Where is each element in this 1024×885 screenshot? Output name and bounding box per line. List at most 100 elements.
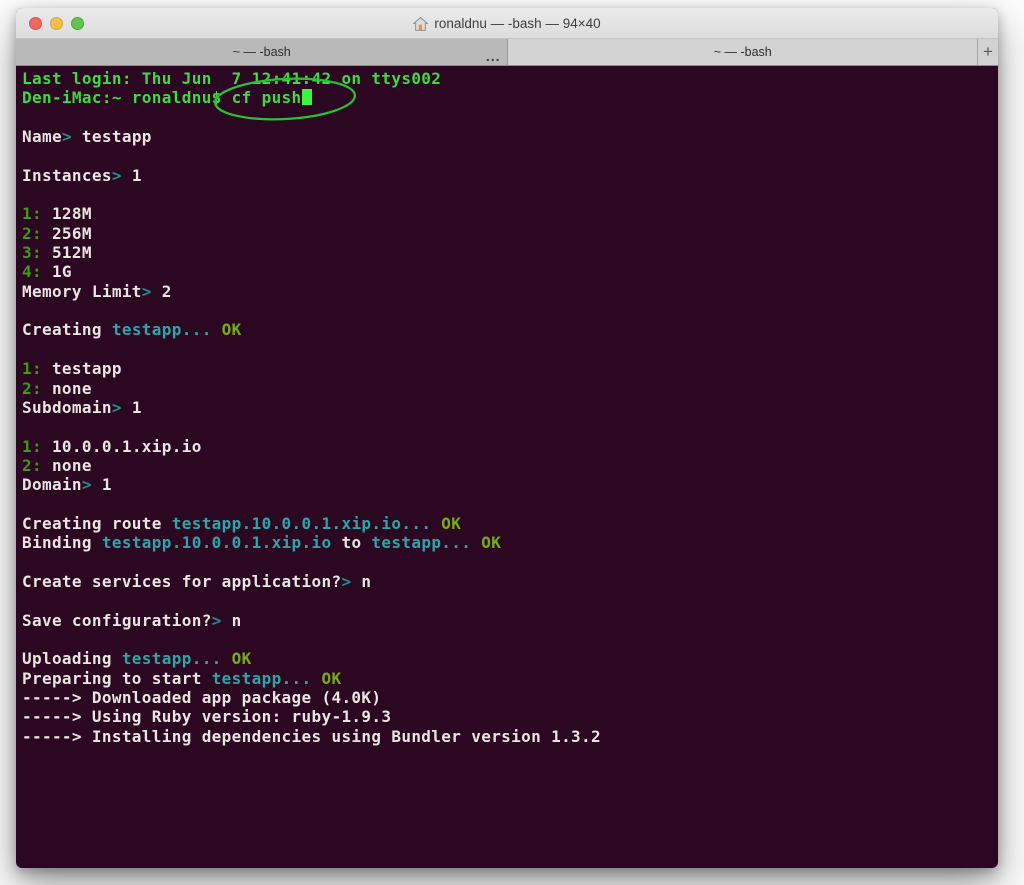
terminal-text-segment: Den-iMac:~ ronaldnu$ cf push [22,88,302,108]
terminal-text-segment: 1: [22,204,42,224]
terminal-line: -----> Using Ruby version: ruby-1.9.3 [22,707,998,726]
terminal-text-segment: Save configuration? [22,610,212,630]
window-titlebar[interactable]: ronaldnu — -bash — 94×40 [16,8,998,39]
terminal-text-segment: > [341,571,352,591]
terminal-text-segment: Last login: Thu Jun 7 12:41:42 on ttys00… [22,69,442,88]
terminal-text-segment: 3: [22,243,42,263]
terminal-text-segment: 1G [41,262,72,282]
terminal-text-segment: OK [321,668,342,688]
terminal-text-segment: OK [441,513,462,533]
ellipsis-icon[interactable]: ... [486,48,501,64]
terminal-line: 1: 10.0.0.1.xip.io [22,437,998,456]
terminal-text-segment: Preparing to start [22,668,212,688]
terminal-text-segment: none [41,378,92,398]
terminal-text-segment: Name [22,127,62,147]
terminal-window: ronaldnu — -bash — 94×40 ~ — -bash ... ~… [16,8,998,868]
terminal-text-segment: testapp... [211,668,312,688]
terminal-line: Uploading testapp... OK [22,649,998,668]
terminal-line: 2: none [22,379,998,398]
terminal-text-segment: n [351,571,372,591]
desktop-background: ronaldnu — -bash — 94×40 ~ — -bash ... ~… [0,0,1024,885]
terminal-text-segment: Create services for application? [22,571,342,591]
terminal-line: Den-iMac:~ ronaldnu$ cf push [22,88,998,107]
terminal-line: -----> Downloaded app package (4.0K) [22,688,998,707]
terminal-text-segment: 2 [151,281,172,301]
terminal-text-segment: > [141,281,152,301]
window-title-text: ronaldnu — -bash — 94×40 [434,16,601,31]
terminal-text-segment: testapp... [371,533,472,553]
terminal-text-segment: > [111,397,122,417]
terminal-line: Last login: Thu Jun 7 12:41:42 on ttys00… [22,69,998,88]
tab-label: ~ — -bash [232,45,291,59]
terminal-line: 1: 128M [22,204,998,223]
new-tab-button[interactable]: + [977,39,998,65]
terminal-line: Create services for application?> n [22,572,998,591]
terminal-text-segment: Domain [22,475,82,495]
terminal-text-segment: 256M [41,223,92,243]
terminal-text-segment: 1: [22,436,42,456]
terminal-text-segment: Creating [22,320,112,340]
terminal-line: Memory Limit> 2 [22,282,998,301]
terminal-line: 4: 1G [22,262,998,281]
terminal-line: 3: 512M [22,243,998,262]
terminal-text-segment: -----> Using Ruby version: ruby-1.9.3 [22,707,392,727]
terminal-line: Creating route testapp.10.0.0.1.xip.io..… [22,514,998,533]
plus-icon: + [983,42,993,61]
terminal-output[interactable]: Last login: Thu Jun 7 12:41:42 on ttys00… [16,66,998,867]
terminal-text-segment: > [111,165,122,185]
terminal-line: Binding testapp.10.0.0.1.xip.io to testa… [22,533,998,552]
terminal-text-segment: to [331,533,372,553]
cursor-block [301,89,312,106]
terminal-line: Creating testapp... OK [22,320,998,339]
terminal-line: 1: testapp [22,359,998,378]
terminal-text-segment: Binding [22,533,102,553]
terminal-text-segment: 10.0.0.1.xip.io [41,436,202,456]
terminal-line: Subdomain> 1 [22,398,998,417]
terminal-text-segment: n [221,610,242,630]
terminal-line: Domain> 1 [22,475,998,494]
terminal-text-segment: Creating route [22,513,172,533]
terminal-line: Save configuration?> n [22,611,998,630]
terminal-text-segment: > [211,610,222,630]
terminal-text-segment: testapp [71,127,152,147]
terminal-text-segment: testapp.10.0.0.1.xip.io [101,533,332,553]
terminal-line: -----> Installing dependencies using Bun… [22,727,998,746]
terminal-text-segment: testapp [41,359,122,379]
terminal-text-segment: testapp.10.0.0.1.xip.io... [171,513,432,533]
terminal-text-segment: Subdomain [22,397,112,417]
terminal-line: 2: 256M [22,224,998,243]
terminal-text-segment: 1: [22,359,42,379]
terminal-text-segment: 1 [121,397,142,417]
terminal-text-segment: 1 [91,475,112,495]
terminal-text-segment: OK [221,320,242,340]
terminal-text-segment: Memory Limit [22,281,142,301]
terminal-text-segment: 2: [22,223,42,243]
terminal-line: 2: none [22,456,998,475]
terminal-text-segment: 512M [41,243,92,263]
terminal-text-segment: 2: [22,378,42,398]
tab-bash-active[interactable]: ~ — -bash ... [16,39,509,65]
home-icon [413,16,429,31]
terminal-text-segment: 2: [22,455,42,475]
terminal-text-segment: > [61,127,72,147]
terminal-text-segment: Uploading [22,649,122,669]
terminal-text-segment: testapp... [121,649,222,669]
window-title: ronaldnu — -bash — 94×40 [16,8,998,39]
tab-bash-inactive[interactable]: ~ — -bash [508,39,977,65]
terminal-text-segment: 4: [22,262,42,282]
terminal-text-segment: -----> Downloaded app package (4.0K) [22,688,382,707]
